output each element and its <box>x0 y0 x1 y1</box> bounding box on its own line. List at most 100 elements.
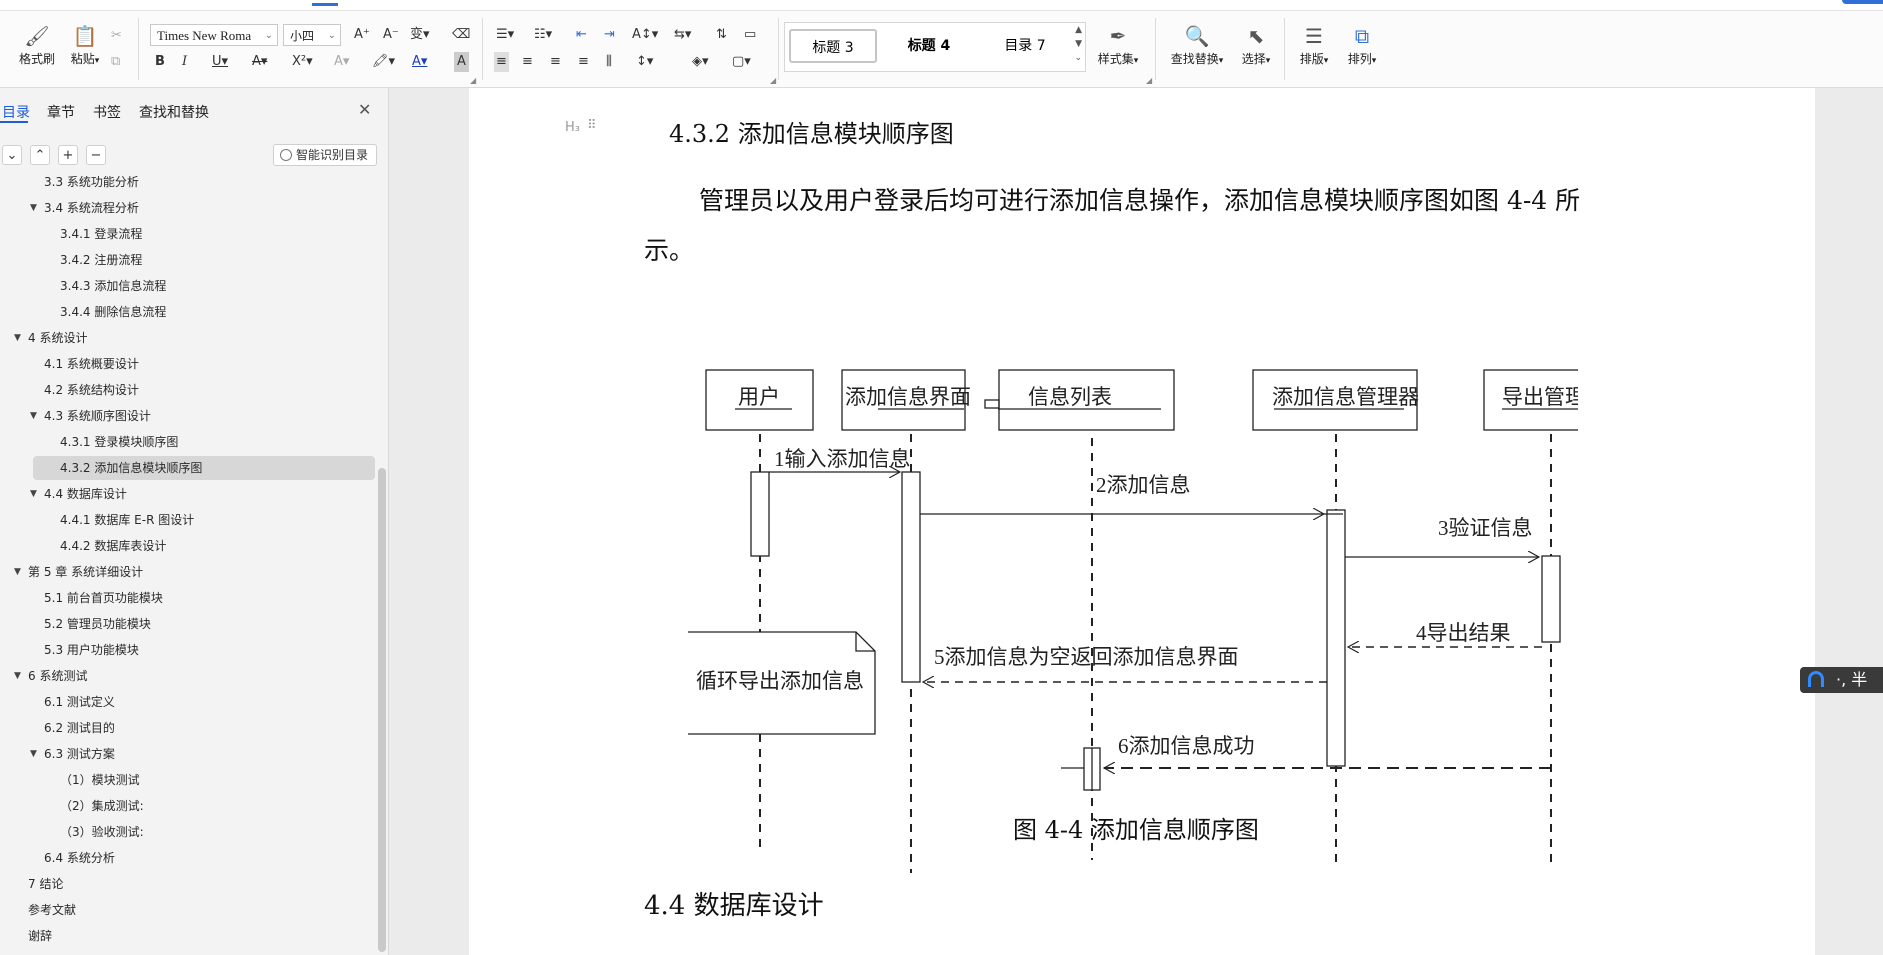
gallery-up-icon[interactable]: ▲ <box>1075 25 1082 35</box>
expand-triangle-icon[interactable]: ▼ <box>30 482 37 506</box>
expand-triangle-icon[interactable]: ▼ <box>14 326 21 350</box>
phonetic-guide-icon[interactable]: 变▾ <box>410 25 430 45</box>
expand-triangle-icon[interactable]: ▼ <box>30 196 37 220</box>
toc-item[interactable]: 6.2 测试目的 <box>0 716 370 740</box>
toc-item[interactable]: 3.4.3 添加信息流程 <box>0 274 370 298</box>
justify-icon[interactable]: ≡ <box>578 52 589 72</box>
toc-item[interactable]: 4.1 系统概要设计 <box>0 352 370 376</box>
find-replace-button[interactable]: 🔍 查找替换▾ <box>1164 22 1230 76</box>
dialog-launcher-icon[interactable]: ◢ <box>470 76 476 85</box>
tab-find-replace[interactable]: 查找和替换 <box>139 102 209 122</box>
collapse-up-button[interactable]: ⌃ <box>30 145 50 165</box>
toc-item[interactable]: 4.4.1 数据库 E-R 图设计 <box>0 508 370 532</box>
toc-item[interactable]: 5.2 管理员功能模块 <box>0 612 370 636</box>
tab-bookmarks[interactable]: 书签 <box>93 102 121 122</box>
dialog-launcher-icon[interactable]: ◢ <box>770 76 776 85</box>
expand-down-button[interactable]: ⌄ <box>2 145 22 165</box>
distribute-icon[interactable]: ⫼ <box>606 52 612 72</box>
expand-triangle-icon[interactable]: ▼ <box>30 404 37 428</box>
toc-item[interactable]: 4.2 系统结构设计 <box>0 378 370 402</box>
text-effect-icon[interactable]: A▾ <box>334 52 349 72</box>
toc-item[interactable]: 6.1 测试定义 <box>0 690 370 714</box>
highlight-icon[interactable]: 🖍▾ <box>372 52 395 72</box>
select-button[interactable]: ⬉ 选择▾ <box>1234 22 1278 76</box>
style-heading3[interactable]: 标题 3 <box>789 29 877 63</box>
toc-item[interactable]: 4.3.2 添加信息模块顺序图 <box>33 456 375 480</box>
toc-item[interactable]: ▼ 4.3 系统顺序图设计 <box>0 404 370 428</box>
paragraph-spacing-icon[interactable]: ↕▾ <box>636 52 653 72</box>
text-direction-icon[interactable]: A↕▾ <box>632 25 658 45</box>
gallery-more-icon[interactable]: ⌄ <box>1074 53 1082 63</box>
toc-item[interactable]: ▼ 6.3 测试方案 <box>0 742 370 766</box>
toc-item[interactable]: 3.3 系统功能分析 <box>0 176 370 194</box>
expand-triangle-icon[interactable]: ▼ <box>30 742 37 766</box>
underline-icon[interactable]: U▾ <box>212 52 228 72</box>
toc-item[interactable]: 7 结论 <box>0 872 370 896</box>
decrease-indent-icon[interactable]: ⇤ <box>576 25 587 45</box>
toc-item[interactable]: （3）验收测试: <box>0 820 370 844</box>
ime-indicator[interactable]: ·, 半 <box>1800 667 1883 693</box>
toc-item[interactable]: 4.4.2 数据库表设计 <box>0 534 370 558</box>
arrange-button[interactable]: ⧉ 排列▾ <box>1340 22 1384 76</box>
toc-item[interactable]: 3.4.4 删除信息流程 <box>0 300 370 324</box>
italic-icon[interactable]: I <box>182 52 187 72</box>
char-shading-icon[interactable]: A <box>454 52 469 72</box>
toc-item[interactable]: 参考文献 <box>0 898 370 922</box>
font-name-select[interactable]: Times New Roma ⌄ <box>150 24 278 46</box>
tab-toc[interactable]: 目录 <box>2 102 30 122</box>
expand-triangle-icon[interactable]: ▼ <box>14 560 21 584</box>
bold-icon[interactable]: B <box>155 52 165 72</box>
nav-scrollbar[interactable] <box>378 468 386 952</box>
superscript-icon[interactable]: X²▾ <box>292 52 313 72</box>
show-marks-icon[interactable]: ▭ <box>744 25 756 45</box>
document-page[interactable]: H₃ ⠿ 4.3.2 添加信息模块顺序图 管理员以及用户登录后均可进行添加信息操… <box>469 88 1815 955</box>
close-icon[interactable]: ✕ <box>358 100 371 119</box>
toc-item[interactable]: （2）集成测试: <box>0 794 370 818</box>
layout-button[interactable]: ☰ 排版▾ <box>1292 22 1336 76</box>
shading-icon[interactable]: ◈▾ <box>692 52 709 72</box>
copy-icon[interactable]: ⧉ <box>111 52 120 72</box>
toc-item[interactable]: 6.4 系统分析 <box>0 846 370 870</box>
toc-item[interactable]: 5.3 用户功能模块 <box>0 638 370 662</box>
paste-button[interactable]: 📋 粘贴▾ <box>60 22 110 76</box>
heading-level-marker[interactable]: H₃ <box>565 120 580 135</box>
toc-item[interactable]: 谢辞 <box>0 924 370 948</box>
expand-triangle-icon[interactable]: ▼ <box>14 664 21 688</box>
shrink-font-icon[interactable]: A⁻ <box>383 25 399 45</box>
line-spacing-icon[interactable]: ⇆▾ <box>674 25 691 45</box>
font-size-select[interactable]: 小四 ⌄ <box>283 24 341 46</box>
style-set-button[interactable]: ✒ 样式集▾ <box>1090 22 1146 76</box>
gallery-down-icon[interactable]: ▼ <box>1075 39 1082 49</box>
toc-item[interactable]: ▼ 4 系统设计 <box>0 326 370 350</box>
strikethrough-icon[interactable]: A▾ <box>252 52 267 72</box>
toc-item[interactable]: ▼ 3.4 系统流程分析 <box>0 196 370 220</box>
dialog-launcher-icon[interactable]: ◢ <box>1146 76 1152 85</box>
numbered-list-icon[interactable]: ☷▾ <box>534 25 552 45</box>
toc-item[interactable]: 5.1 前台首页功能模块 <box>0 586 370 610</box>
style-toc7[interactable]: 目录 7 <box>981 29 1069 63</box>
style-gallery[interactable]: 标题 3 标题 4 目录 7 ▲ ▼ ⌄ <box>784 22 1086 72</box>
sort-icon[interactable]: ⇅ <box>716 25 727 45</box>
toc-item[interactable]: ▼ 第 5 章 系统详细设计 <box>0 560 370 584</box>
add-heading-button[interactable]: + <box>58 145 78 165</box>
toc-item[interactable]: 3.4.1 登录流程 <box>0 222 370 246</box>
remove-heading-button[interactable]: − <box>86 145 106 165</box>
toc-item[interactable]: ▼ 6 系统测试 <box>0 664 370 688</box>
style-heading4[interactable]: 标题 4 <box>885 29 973 63</box>
toc-item[interactable]: 4.3.1 登录模块顺序图 <box>0 430 370 454</box>
tab-chapters[interactable]: 章节 <box>47 102 75 122</box>
format-painter-button[interactable]: 🖌 格式刷 <box>12 22 62 76</box>
align-right-icon[interactable]: ≡ <box>550 52 561 72</box>
align-center-icon[interactable]: ≡ <box>522 52 533 72</box>
align-left-icon[interactable]: ≡ <box>494 52 509 72</box>
border-icon[interactable]: ▢▾ <box>732 52 751 72</box>
toc-item[interactable]: 3.4.2 注册流程 <box>0 248 370 272</box>
increase-indent-icon[interactable]: ⇥ <box>604 25 615 45</box>
font-color-icon[interactable]: A▾ <box>412 52 427 72</box>
toc-item[interactable]: ▼ 4.4 数据库设计 <box>0 482 370 506</box>
grow-font-icon[interactable]: A⁺ <box>354 25 370 45</box>
ai-toc-button[interactable]: 智能识别目录 <box>273 144 377 166</box>
toc-item[interactable]: （1）模块测试 <box>0 768 370 792</box>
bullet-list-icon[interactable]: ☰▾ <box>496 25 514 45</box>
clear-format-icon[interactable]: ⌫ <box>452 25 470 45</box>
